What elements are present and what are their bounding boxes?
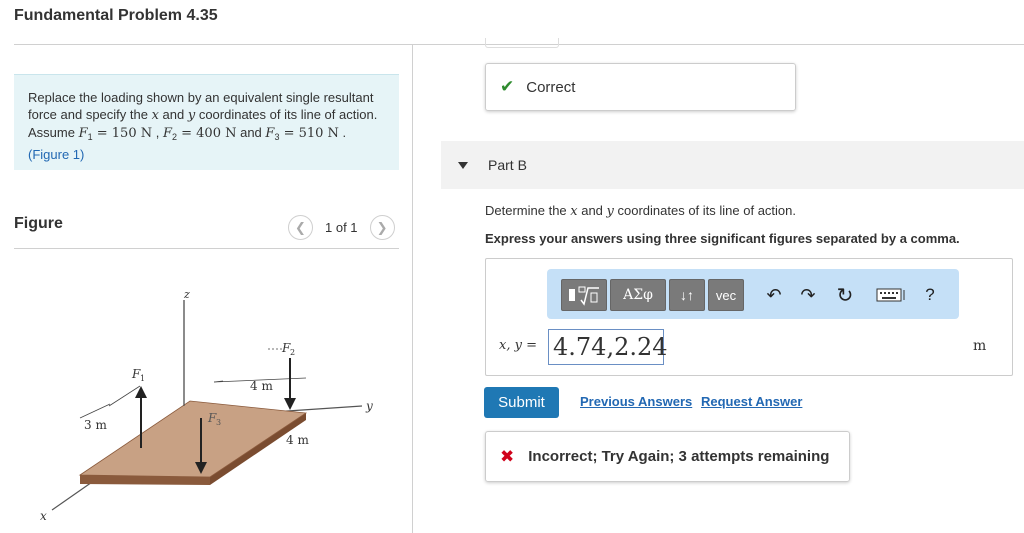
problem-statement: Replace the loading shown by an equivale… — [14, 74, 399, 170]
redo-icon[interactable]: ↷ — [797, 283, 819, 307]
column-divider — [412, 45, 413, 533]
f2-label-sub: 2 — [290, 348, 295, 357]
loading-figure: z F 1 F 2 F 3 4 m 3 m 4 m y x — [40, 288, 373, 523]
request-answer-link[interactable]: Request Answer — [701, 394, 802, 409]
part-b-header[interactable]: Part B — [441, 141, 1024, 189]
dim-line-left — [108, 385, 141, 407]
templates-glyph — [569, 286, 599, 306]
y-axis-label: y — [365, 399, 373, 413]
submit-button[interactable]: Submit — [484, 387, 559, 418]
figure-divider — [14, 248, 399, 249]
part-b-instruction: Determine the x and y coordinates of its… — [485, 203, 796, 219]
f2-value: = 400 N — [177, 126, 237, 141]
correct-feedback: ✔ Correct — [485, 63, 796, 111]
page-title: Fundamental Problem 4.35 — [14, 7, 218, 24]
dim-line-left2 — [79, 403, 111, 419]
arrows-button[interactable]: ↓↑ — [669, 279, 705, 311]
dim-3m-label: 3 m — [84, 418, 107, 432]
part-b-express: Express your answers using three signifi… — [485, 231, 960, 246]
dim-4m-bottom-label: 4 m — [286, 433, 309, 447]
previous-part-tab — [485, 38, 559, 48]
keyboard-icon[interactable] — [874, 283, 908, 307]
part-b-label: Part B — [488, 157, 527, 173]
f1-label-sub: 1 — [140, 374, 145, 383]
f3-value: = 510 N — [279, 126, 339, 141]
answer-panel: ΑΣφ ↓↑ vec ↶ ↷ ↻ ? x, y = 4.74,2.24 m — [485, 258, 1013, 376]
f1-value: = 150 N — [92, 126, 153, 141]
templates-icon[interactable] — [561, 279, 607, 311]
answer-unit: m — [973, 338, 987, 354]
z-axis-label: z — [183, 288, 190, 301]
figure-pager: ❮ 1 of 1 ❯ — [288, 215, 395, 240]
previous-answers-link[interactable]: Previous Answers — [580, 394, 692, 409]
var-x: x — [151, 108, 159, 123]
incorrect-feedback: ✖ Incorrect; Try Again; 3 attempts remai… — [485, 431, 850, 482]
checkmark-icon: ✔ — [500, 77, 515, 96]
incorrect-text: Incorrect; Try Again; 3 attempts remaini… — [528, 448, 830, 465]
undo-icon[interactable]: ↶ — [763, 283, 785, 307]
chevron-left-icon[interactable]: ❮ — [288, 215, 313, 240]
figure-heading: Figure — [14, 215, 63, 232]
f3-label-sub: 3 — [216, 418, 221, 427]
pager-text: 1 of 1 — [325, 220, 358, 235]
chevron-right-icon[interactable]: ❯ — [369, 215, 395, 240]
reset-icon[interactable]: ↻ — [834, 283, 856, 307]
greek-button[interactable]: ΑΣφ — [610, 279, 666, 311]
math-toolbar: ΑΣφ ↓↑ vec ↶ ↷ ↻ ? — [547, 269, 959, 319]
answer-variable-label: x, y = — [499, 338, 537, 353]
figure-link[interactable]: (Figure 1) — [28, 147, 84, 162]
correct-text: Correct — [526, 78, 576, 96]
answer-input[interactable]: 4.74,2.24 — [548, 329, 668, 365]
caret-down-icon — [458, 161, 468, 169]
x-axis-label: x — [40, 509, 47, 523]
close-icon: ✖ — [500, 446, 515, 466]
vec-button[interactable]: vec — [708, 279, 744, 311]
f2-symbol: F — [162, 126, 172, 141]
dim-4m-top-label: 4 m — [250, 379, 273, 393]
f1-symbol: F — [78, 126, 88, 141]
help-icon[interactable]: ? — [919, 283, 941, 307]
